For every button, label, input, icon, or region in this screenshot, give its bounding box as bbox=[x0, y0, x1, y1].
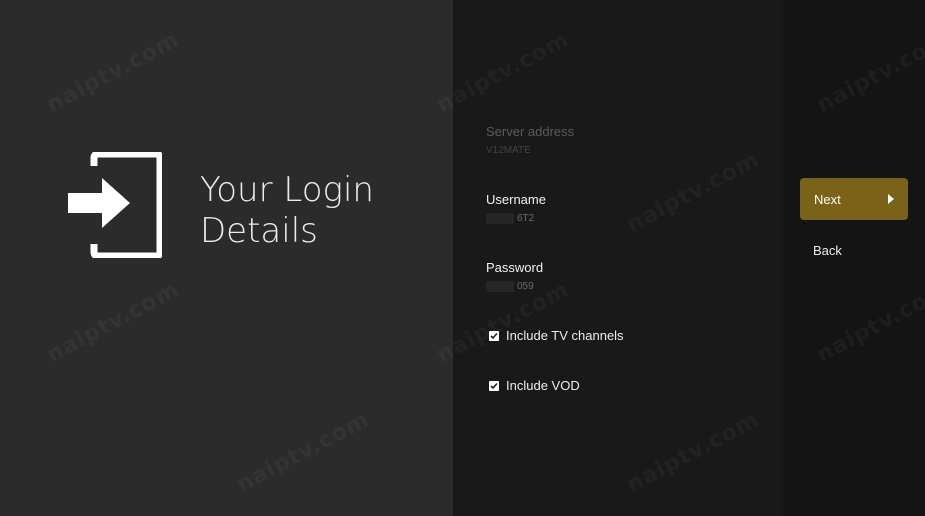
include-tv-channels-checkbox[interactable] bbox=[489, 330, 499, 341]
server-address-value: V12MATE bbox=[486, 145, 531, 156]
username-field[interactable]: Username 6T2 bbox=[486, 192, 546, 225]
arrow-right-icon bbox=[888, 194, 894, 204]
redacted-mask bbox=[486, 212, 514, 224]
username-value-row: 6T2 bbox=[486, 212, 546, 225]
include-vod-label: Include VOD bbox=[506, 378, 580, 393]
password-label: Password bbox=[486, 260, 544, 275]
checkmark-icon bbox=[490, 382, 498, 389]
next-button-label: Next bbox=[814, 191, 841, 207]
page-title: Your Login Details bbox=[200, 170, 374, 251]
form-panel bbox=[453, 0, 781, 516]
next-button[interactable]: Next bbox=[800, 178, 908, 220]
login-icon bbox=[66, 150, 164, 260]
include-tv-channels-label: Include TV channels bbox=[506, 328, 624, 343]
back-button[interactable]: Back bbox=[800, 236, 908, 264]
password-field[interactable]: Password 059 bbox=[486, 260, 543, 293]
include-vod-checkbox-row[interactable]: Include VOD bbox=[489, 378, 580, 393]
username-value: 6T2 bbox=[517, 213, 535, 224]
server-address-field: Server address V12MATE bbox=[486, 124, 574, 157]
username-label: Username bbox=[486, 192, 546, 207]
include-tv-channels-checkbox-row[interactable]: Include TV channels bbox=[489, 328, 624, 343]
password-value: 059 bbox=[517, 281, 534, 292]
include-vod-checkbox[interactable] bbox=[489, 380, 499, 391]
password-value-row: 059 bbox=[486, 280, 543, 293]
checkmark-icon bbox=[490, 332, 498, 339]
server-address-label: Server address bbox=[486, 124, 575, 139]
redacted-mask bbox=[486, 280, 514, 292]
